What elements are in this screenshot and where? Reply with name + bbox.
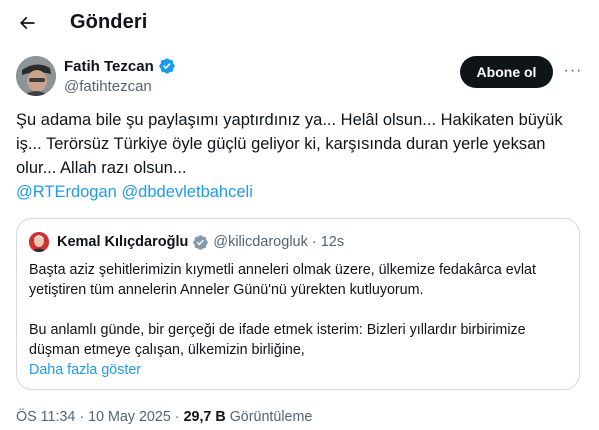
separator-dot: · xyxy=(311,234,317,250)
post-meta: ÖS 11:34 · 10 May 2025 · 29,7 B Görüntül… xyxy=(16,409,312,425)
show-more-link[interactable]: Daha fazla göster xyxy=(29,360,565,380)
views-count: 29,7 B xyxy=(183,409,226,425)
avatar[interactable] xyxy=(16,56,56,96)
post-author: Fatih Tezcan @fatihtezcan Abone ol ··· xyxy=(16,54,583,98)
follow-button[interactable]: Abone ol xyxy=(460,56,553,88)
mention-link[interactable]: @dbdevletbahceli xyxy=(121,183,252,201)
top-bar: Gönderi xyxy=(0,0,599,48)
quoted-post-text: Başta aziz şehitlerimizin kıymetli annel… xyxy=(29,260,565,380)
verified-badge-icon xyxy=(193,234,209,250)
separator-dot: · xyxy=(79,409,85,425)
back-button[interactable] xyxy=(12,8,42,38)
quoted-post-header: Kemal Kılıçdaroğlu @kilicdarogluk · 12s xyxy=(29,231,344,253)
author-info: Fatih Tezcan @fatihtezcan xyxy=(64,57,176,95)
quoted-author-name: Kemal Kılıçdaroğlu xyxy=(57,234,189,250)
author-handle[interactable]: @fatihtezcan xyxy=(64,78,176,95)
post-mentions: @RTErdogan @dbdevletbahceli xyxy=(16,180,581,204)
post-body: Şu adama bile şu paylaşımı yaptırdınız y… xyxy=(16,111,563,177)
verified-badge-icon xyxy=(159,58,175,74)
post-date[interactable]: 10 May 2025 xyxy=(88,409,171,425)
post-time[interactable]: ÖS 11:34 xyxy=(16,409,75,425)
quoted-avatar xyxy=(29,232,49,252)
views-label: Görüntüleme xyxy=(229,409,313,425)
more-options-icon[interactable]: ··· xyxy=(561,58,585,84)
quoted-post[interactable]: Kemal Kılıçdaroğlu @kilicdarogluk · 12s … xyxy=(16,218,580,390)
quoted-post-time: 12s xyxy=(320,234,345,250)
post-text: Şu adama bile şu paylaşımı yaptırdınız y… xyxy=(16,108,581,204)
mention-link[interactable]: @RTErdogan xyxy=(16,183,117,201)
quoted-author-handle: @kilicdarogluk xyxy=(213,234,308,250)
page-title: Gönderi xyxy=(70,11,148,33)
author-name[interactable]: Fatih Tezcan xyxy=(64,58,154,75)
separator-dot: · xyxy=(174,409,180,425)
quoted-paragraph: Başta aziz şehitlerimizin kıymetli annel… xyxy=(29,262,536,298)
quoted-paragraph: Bu anlamlı günde, bir gerçeği de ifade e… xyxy=(29,322,526,358)
arrow-left-icon xyxy=(19,16,35,30)
